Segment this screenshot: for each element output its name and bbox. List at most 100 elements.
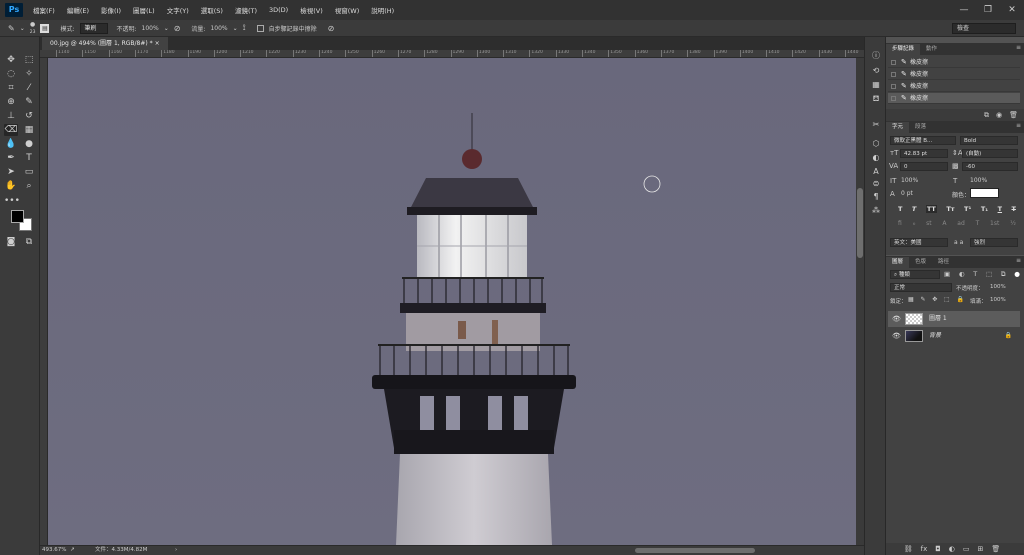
horizontal-ruler[interactable]: 1140 1150 1160 1170 1180 1190 1200 1210 1220 1230… <box>40 50 864 58</box>
menu-file[interactable]: 檔案(F) <box>27 5 61 15</box>
3d-icon[interactable]: ⬡ <box>869 138 883 150</box>
swatches-icon[interactable]: ▦ <box>869 79 883 91</box>
layer-filter-kind-select[interactable]: ⌕ 種類 <box>890 270 940 279</box>
pen-tool-icon[interactable]: ✒ <box>4 152 18 164</box>
eye-icon[interactable]: 👁 <box>892 328 901 344</box>
menu-3d[interactable]: 3D(D) <box>263 6 294 14</box>
type-filter-icon[interactable]: T <box>973 270 977 279</box>
menu-layer[interactable]: 圖層(L) <box>127 5 161 15</box>
document-tab[interactable]: 00.jpg @ 494% (圖層 1, RGB/8#) * × <box>42 37 168 50</box>
erase-history-checkbox[interactable] <box>256 24 264 32</box>
brush-preset-icon[interactable]: ● 23 <box>30 21 36 36</box>
menu-view[interactable]: 檢視(V) <box>294 5 329 15</box>
edit-toolbar-icon[interactable]: ••• <box>4 195 20 207</box>
marquee-tool-icon[interactable]: ⬚ <box>22 54 36 66</box>
quick-mask-icon[interactable]: ◙ <box>4 236 18 248</box>
contextual-alternates-button[interactable]: ℴ <box>913 220 916 227</box>
lock-pixels-icon[interactable]: ✎ <box>920 296 925 303</box>
adjustment-filter-icon[interactable]: ◐ <box>959 270 965 279</box>
strikethrough-button[interactable]: T <box>1012 205 1016 213</box>
blur-tool-icon[interactable]: 💧 <box>4 138 18 150</box>
superscript-button[interactable]: T¹ <box>964 205 971 213</box>
blend-mode-select[interactable]: 正常 <box>890 283 952 292</box>
font-style-select[interactable]: Bold <box>960 136 1018 145</box>
adjustment-layer-icon[interactable]: ◐ <box>949 543 955 555</box>
zoom-level[interactable]: 493.67% <box>42 546 66 555</box>
menu-window[interactable]: 視窗(W) <box>329 5 366 15</box>
chevron-down-icon[interactable]: ⌄ <box>164 25 169 32</box>
chevron-down-icon[interactable]: ⌄ <box>20 25 25 32</box>
layer-name[interactable]: 圖層 1 <box>929 311 947 327</box>
rectangle-tool-icon[interactable]: ▭ <box>22 166 36 178</box>
history-snapshot-checkbox[interactable] <box>891 84 896 89</box>
menu-filter[interactable]: 濾鏡(T) <box>229 5 263 15</box>
menu-type[interactable]: 文字(Y) <box>161 5 195 15</box>
close-tab-icon[interactable]: × <box>155 40 160 47</box>
fractions-button[interactable]: ½ <box>1010 220 1016 227</box>
history-snapshot-checkbox[interactable] <box>891 96 896 101</box>
tab-actions[interactable]: 動作 <box>920 44 943 55</box>
status-menu-arrow-icon[interactable]: › <box>175 546 177 555</box>
chevron-down-icon[interactable]: ⌄ <box>233 25 238 32</box>
dodge-tool-icon[interactable]: ● <box>22 138 36 150</box>
font-size-input[interactable]: 42.83 pt <box>900 149 948 158</box>
lock-artboard-icon[interactable]: ⬚ <box>944 296 950 303</box>
language-select[interactable]: 英文：美國 <box>890 238 948 247</box>
brush-tool-icon[interactable]: ✎ <box>22 96 36 108</box>
panel-menu-icon[interactable]: ≡ <box>1016 44 1021 51</box>
shape-filter-icon[interactable]: ⬚ <box>986 270 992 279</box>
vertical-ruler[interactable] <box>40 58 48 545</box>
vertical-scrollbar[interactable] <box>856 58 864 545</box>
faux-italic-button[interactable]: T <box>912 205 916 213</box>
fill-value[interactable]: 100% <box>990 297 1006 303</box>
workspace-select[interactable]: 檢查 <box>952 23 1016 34</box>
smart-object-filter-icon[interactable]: ⧉ <box>1001 270 1006 279</box>
new-document-from-state-icon[interactable]: ⧉ <box>984 109 989 121</box>
text-color-swatch[interactable] <box>970 188 999 198</box>
menu-select[interactable]: 選取(S) <box>195 5 229 15</box>
faux-bold-button[interactable]: T <box>898 205 902 213</box>
airbrush-icon[interactable]: ⟟ <box>243 23 246 33</box>
small-caps-button[interactable]: Tт <box>946 205 954 213</box>
character-icon[interactable]: A <box>869 166 883 178</box>
history-row[interactable]: ✎ 橡皮擦 <box>888 81 1020 92</box>
filter-toggle-icon[interactable]: ● <box>1014 270 1020 279</box>
history-snapshot-checkbox[interactable] <box>891 72 896 77</box>
new-group-icon[interactable]: ▭ <box>963 543 970 555</box>
tab-paragraph[interactable]: 段落 <box>909 122 932 133</box>
discretionary-ligatures-button[interactable]: st <box>926 220 931 227</box>
lock-transparent-icon[interactable]: ▦ <box>908 296 914 303</box>
history-row[interactable]: ✎ 橡皮擦 <box>888 57 1020 68</box>
leading-input[interactable]: (自動) <box>962 149 1018 158</box>
pressure-opacity-icon[interactable]: ⊘ <box>174 24 181 33</box>
eraser-tool-icon[interactable]: ⌫ <box>4 124 18 136</box>
minimize-button[interactable]: — <box>952 0 976 20</box>
eye-icon[interactable]: 👁 <box>892 311 901 327</box>
ordinals-button[interactable]: 1st <box>990 220 999 227</box>
eyedropper-tool-icon[interactable]: ⁄ <box>22 82 36 94</box>
baseline-shift-value[interactable]: 0 pt <box>901 190 913 197</box>
history-brush-tool-icon[interactable]: ↺ <box>22 110 36 122</box>
tracking-input[interactable]: -60 <box>962 162 1018 171</box>
anti-aliasing-select[interactable]: 強烈 <box>970 238 1018 247</box>
titling-alternates-button[interactable]: T <box>976 220 980 227</box>
foreground-color-swatch[interactable] <box>11 210 24 223</box>
vertical-scroll-thumb[interactable] <box>857 188 863 258</box>
lock-position-icon[interactable]: ✥ <box>932 296 937 303</box>
screen-mode-icon[interactable]: ⧉ <box>22 236 36 248</box>
swash-button[interactable]: A <box>942 220 946 227</box>
adjustments-icon[interactable]: ◐ <box>869 152 883 164</box>
new-snapshot-icon[interactable]: ◉ <box>996 109 1002 121</box>
share-icon[interactable]: ↗ <box>70 546 75 555</box>
layer-name[interactable]: 背景 <box>929 328 941 344</box>
link-layers-icon[interactable]: ⛓ <box>904 543 913 555</box>
mode-select[interactable]: 筆刷 <box>79 22 108 34</box>
glyphs-icon[interactable]: ⁂ <box>869 205 883 217</box>
clone-stamp-tool-icon[interactable]: ⊥ <box>4 110 18 122</box>
layer-row[interactable]: 👁 背景 🔒 <box>888 328 1020 344</box>
healing-tool-icon[interactable]: ⊕ <box>4 96 18 108</box>
layer-opacity-value[interactable]: 100% <box>990 284 1006 290</box>
new-layer-icon[interactable]: ⊞ <box>978 543 984 555</box>
history-icon[interactable]: ⟲ <box>869 65 883 77</box>
underline-button[interactable]: T <box>998 205 1002 213</box>
